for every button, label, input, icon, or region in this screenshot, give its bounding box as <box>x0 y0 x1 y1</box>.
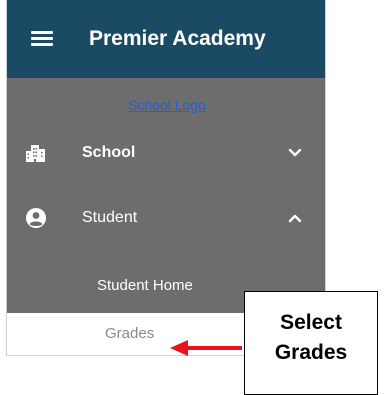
sidebar-item-label: School <box>82 144 136 161</box>
school-logo-link[interactable]: School Logo <box>7 97 325 113</box>
user-circle-icon <box>26 208 46 228</box>
app-title: Premier Academy <box>89 27 266 50</box>
hamburger-icon[interactable] <box>31 31 53 47</box>
sidebar-item-student[interactable]: Student <box>7 198 325 238</box>
submenu-item-label: Grades <box>105 325 155 342</box>
annotation-arrow <box>170 340 242 356</box>
callout-line-1: Select <box>280 311 342 334</box>
submenu-item-label: Student Home <box>97 277 193 294</box>
sidebar-item-school[interactable]: School <box>7 133 325 173</box>
annotation-callout: Select Grades <box>244 291 378 395</box>
chevron-down-icon[interactable] <box>288 148 302 158</box>
chevron-up-icon[interactable] <box>288 213 302 223</box>
callout-line-2: Grades <box>274 341 348 364</box>
app-header: Premier Academy <box>7 0 325 78</box>
building-icon <box>26 145 45 162</box>
sidebar-item-label: Student <box>82 209 138 226</box>
